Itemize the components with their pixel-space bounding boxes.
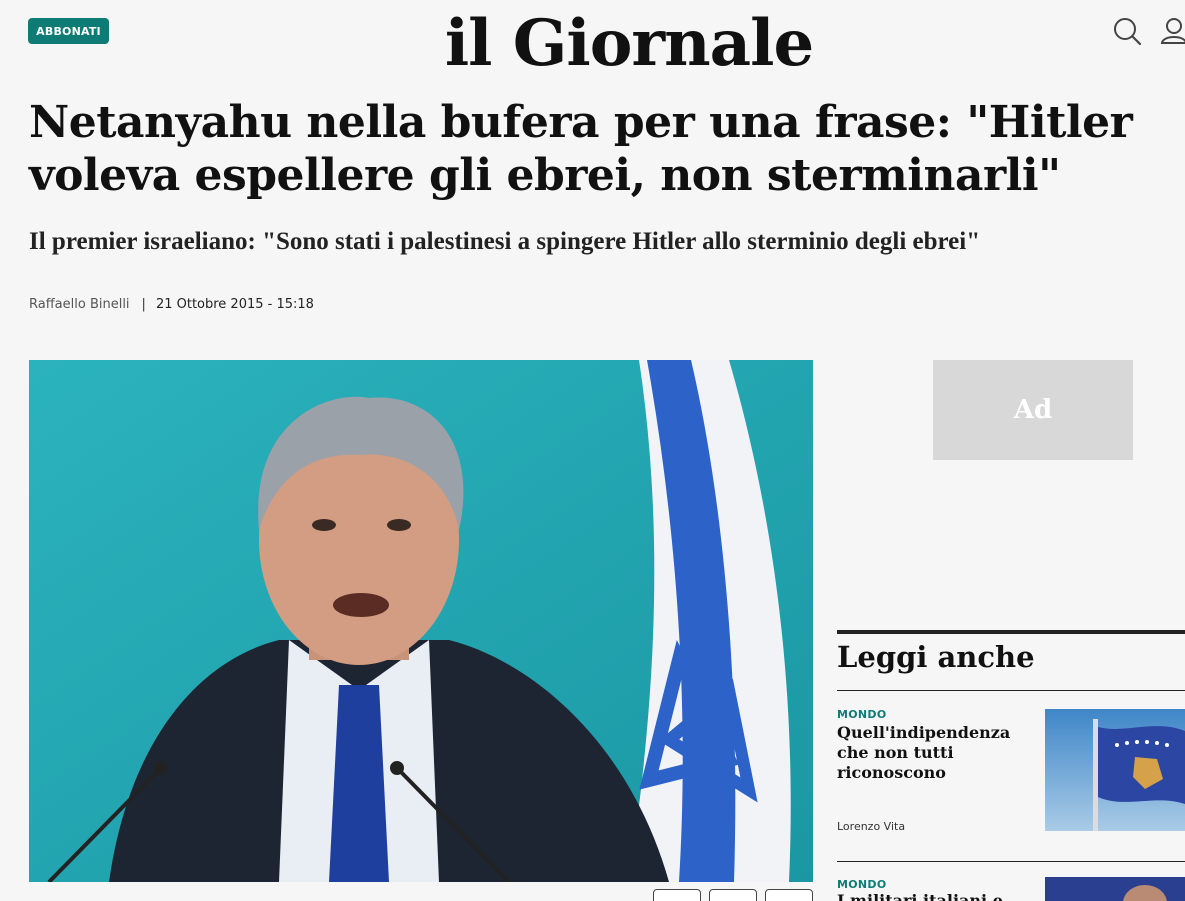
article-subheadline: Il premier israeliano: "Sono stati i pal… xyxy=(29,228,981,255)
divider xyxy=(837,690,1185,691)
search-icon[interactable] xyxy=(1113,16,1143,46)
hero-image xyxy=(29,360,813,882)
related-heading: Leggi anche xyxy=(837,640,1035,674)
related-title-link[interactable]: I militari italiani e xyxy=(837,891,1037,901)
user-icon[interactable] xyxy=(1160,16,1185,46)
related-category[interactable]: MONDO xyxy=(837,878,887,891)
site-logo[interactable]: il Giornale xyxy=(0,6,1185,81)
related-author[interactable]: Lorenzo Vita xyxy=(837,820,905,833)
share-button[interactable] xyxy=(709,889,757,901)
ad-placeholder: Ad xyxy=(933,360,1133,460)
related-title-link[interactable]: Quell'indipendenza che non tutti riconos… xyxy=(837,723,1037,783)
publish-date: 21 Ottobre 2015 - 15:18 xyxy=(155,297,314,312)
related-thumbnail[interactable] xyxy=(1045,877,1185,901)
article-headline: Netanyahu nella bufera per una frase: "H… xyxy=(29,97,1133,201)
byline-separator: | xyxy=(141,297,146,312)
share-button[interactable] xyxy=(653,889,701,901)
related-thumbnail[interactable] xyxy=(1045,709,1185,831)
divider xyxy=(837,861,1185,862)
byline: Raffaello Binelli | 21 Ottobre 2015 - 15… xyxy=(29,297,314,312)
share-button[interactable] xyxy=(765,889,813,901)
related-category[interactable]: MONDO xyxy=(837,708,887,721)
related-top-rule xyxy=(837,630,1185,634)
author-link[interactable]: Raffaello Binelli xyxy=(29,297,130,312)
